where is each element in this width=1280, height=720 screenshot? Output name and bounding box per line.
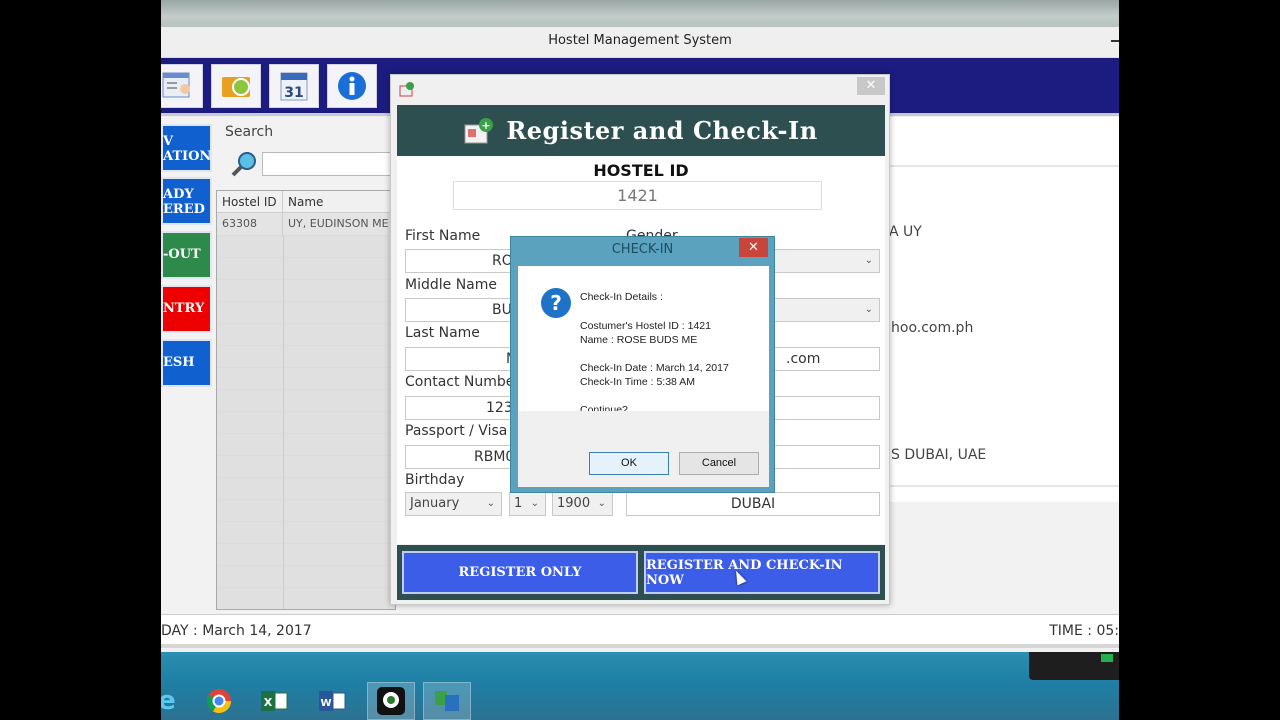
chevron-down-icon: ⌄ — [597, 498, 606, 509]
cell-name: UY, EUDINSON ME — [288, 217, 389, 230]
birth-day-value: 1 — [514, 496, 523, 511]
ok-button[interactable]: OK — [589, 452, 669, 475]
status-time: TIME : 05: — [1049, 623, 1119, 639]
table-header: Hostel ID Name — [217, 191, 395, 213]
sidebar-refresh-button[interactable]: ESH — [161, 339, 212, 387]
dialog-header: + Register and Check-In — [397, 105, 885, 156]
toolbar-info-button[interactable] — [327, 64, 377, 108]
wallpaper — [161, 0, 1119, 27]
dialog-app-icon — [399, 82, 414, 97]
word-icon[interactable]: W — [309, 682, 357, 720]
sidebar-button-label: -OUT — [163, 247, 201, 262]
contact-number-label: Contact Numbe — [405, 374, 515, 390]
table-row[interactable]: 63308 UY, EUDINSON ME — [217, 213, 395, 235]
checkin-button-bar: OK Cancel — [518, 411, 769, 487]
sidebar-entry-button[interactable]: NTRY — [161, 285, 212, 333]
chrome-icon[interactable] — [195, 682, 243, 720]
sidebar-checkout-button[interactable]: -OUT — [161, 231, 212, 279]
middle-name-label: Middle Name — [405, 277, 497, 293]
chevron-down-icon: ⌄ — [486, 498, 495, 509]
svg-text:W: W — [320, 698, 331, 709]
excel-icon[interactable]: X — [251, 682, 299, 720]
sidebar-new-reservation-button[interactable]: V ATION — [161, 124, 212, 172]
svg-text:31: 31 — [284, 85, 303, 101]
sidebar-button-label: ESH — [163, 355, 195, 370]
birth-day-select[interactable]: 1 ⌄ — [509, 492, 546, 516]
cell-hostel-id: 63308 — [217, 213, 283, 235]
search-label: Search — [225, 124, 274, 140]
question-icon: ? — [541, 288, 571, 318]
search-input[interactable] — [262, 152, 402, 176]
toolbar-calendar-button[interactable]: 31 — [269, 64, 319, 108]
detail-email: hoo.com.ph — [891, 320, 974, 336]
chevron-down-icon: ⌄ — [864, 304, 873, 315]
guest-table: Hostel ID Name 63308 UY, EUDINSON ME — [216, 190, 396, 610]
last-name-label: Last Name — [405, 325, 480, 341]
hostel-app-icon[interactable] — [423, 682, 471, 720]
birth-month-value: January — [410, 496, 460, 511]
dialog-close-button[interactable]: ✕ — [857, 77, 885, 95]
chevron-down-icon: ⌄ — [864, 255, 873, 266]
dialog-footer: REGISTER ONLY REGISTER AND CHECK-IN NOW — [397, 545, 885, 600]
notification-popup — [1029, 652, 1119, 680]
dialog-title: Register and Check-In — [506, 116, 818, 145]
hostel-id-field[interactable]: 1421 — [453, 181, 822, 210]
register-and-checkin-button[interactable]: REGISTER AND CHECK-IN NOW — [644, 551, 880, 594]
birth-year-value: 1900 — [557, 496, 591, 511]
empty-rows — [217, 235, 395, 609]
camera-app-icon[interactable] — [367, 682, 415, 720]
checkin-confirm-dialog: CHECK-IN ✕ ? Check-In Details : Costumer… — [510, 236, 775, 493]
city-field[interactable]: DUBAI — [626, 492, 880, 516]
passport-label: Passport / Visa / — [405, 423, 517, 439]
status-date: DAY : March 14, 2017 — [161, 623, 312, 639]
rooms-refresh-icon — [222, 77, 250, 97]
app-titlebar: Hostel Management System — [161, 27, 1119, 58]
column-name[interactable]: Name — [283, 191, 395, 212]
message-name: Name : ROSE BUDS ME — [580, 334, 698, 346]
guest-list-icon — [162, 72, 190, 98]
first-name-label: First Name — [405, 228, 481, 244]
minimize-button[interactable] — [1111, 40, 1119, 42]
internet-explorer-icon[interactable]: e — [161, 682, 191, 720]
search-icon — [231, 152, 256, 177]
status-bar: DAY : March 14, 2017 TIME : 05: — [161, 614, 1119, 648]
search-group: Search — [217, 122, 402, 187]
message-hostel-id: Costumer's Hostel ID : 1421 — [580, 320, 711, 332]
checkin-message-body: ? Check-In Details : Costumer's Hostel I… — [518, 266, 769, 416]
toolbar-guests-button[interactable] — [161, 64, 203, 108]
chevron-down-icon: ⌄ — [530, 498, 539, 509]
calendar-icon: 31 — [280, 72, 308, 101]
register-user-icon: + — [464, 117, 494, 143]
sidebar-already-registered-button[interactable]: ADY ERED — [161, 177, 212, 225]
message-heading: Check-In Details : — [580, 291, 663, 303]
register-only-button[interactable]: REGISTER ONLY — [402, 551, 638, 594]
checkin-close-button[interactable]: ✕ — [739, 238, 768, 257]
birthday-label: Birthday — [405, 472, 465, 488]
info-icon — [338, 72, 366, 100]
toolbar-rooms-button[interactable] — [211, 64, 261, 108]
svg-text:+: + — [482, 119, 491, 132]
sidebar-button-label: V ATION — [163, 134, 212, 164]
taskbar: e X W — [161, 652, 1119, 720]
sidebar-button-label: ADY ERED — [163, 187, 205, 217]
detail-address: S DUBAI, UAE — [891, 447, 987, 463]
sidebar-button-label: NTRY — [163, 301, 205, 316]
birth-month-select[interactable]: January ⌄ — [405, 492, 502, 516]
hostel-id-label: HOSTEL ID — [593, 161, 689, 180]
birth-year-select[interactable]: 1900 ⌄ — [552, 492, 613, 516]
message-date: Check-In Date : March 14, 2017 — [580, 362, 729, 374]
message-time: Check-In Time : 5:38 AM — [580, 376, 695, 388]
detail-name: A UY — [889, 224, 922, 240]
checkin-dialog-title: CHECK-IN — [611, 242, 674, 257]
cancel-button[interactable]: Cancel — [679, 452, 759, 475]
column-hostel-id[interactable]: Hostel ID — [217, 191, 283, 212]
svg-text:X: X — [264, 696, 273, 709]
app-title: Hostel Management System — [548, 33, 732, 48]
